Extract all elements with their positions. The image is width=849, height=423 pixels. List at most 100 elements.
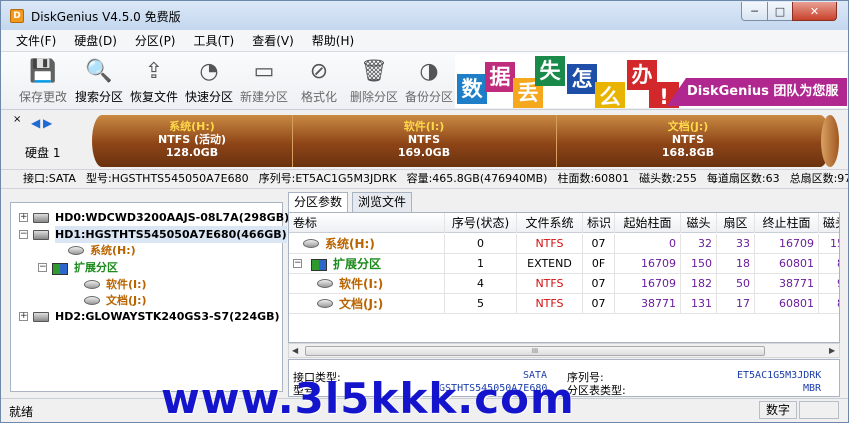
- title-bar[interactable]: D DiskGenius V4.5.0 免费版 ─ □ ✕: [1, 1, 848, 30]
- partition-segment-size: 169.0GB: [397, 146, 451, 159]
- menu-item[interactable]: 文件(F): [7, 31, 65, 51]
- table-cell: 5: [445, 294, 517, 314]
- toolbar-button-label: 保存更改: [18, 90, 67, 104]
- scroll-left-icon[interactable]: ◀: [292, 346, 298, 355]
- collapse-icon[interactable]: −: [293, 259, 302, 268]
- scroll-thumb[interactable]: III: [305, 346, 765, 356]
- volume-icon: [84, 296, 100, 305]
- tree-node-extended[interactable]: 扩展分区: [74, 259, 118, 276]
- table-cell: 38771: [615, 294, 681, 314]
- expand-icon[interactable]: +: [19, 312, 28, 321]
- delete-partition-icon: 🗑: [360, 59, 388, 84]
- partition-segment[interactable]: 文档(J:) NTFS 168.8GB: [556, 120, 820, 160]
- tab[interactable]: 分区参数: [288, 192, 349, 213]
- tree-node-disk[interactable]: HD0:WDCWD3200AAJS-08L7A(298GB): [55, 209, 289, 226]
- toolbar-button[interactable]: ▭ 新建分区: [236, 55, 292, 107]
- menu-item[interactable]: 硬盘(D): [65, 31, 126, 51]
- partition-divider: [292, 115, 293, 167]
- table-cell: 33: [717, 234, 755, 254]
- minimize-button[interactable]: ─: [741, 2, 768, 21]
- horizontal-scrollbar[interactable]: ◀ III ▶: [288, 343, 840, 358]
- table-row[interactable]: 系统(H:)0NTFS07032331670915: [289, 234, 839, 254]
- toolbar-button[interactable]: ⊘ 格式化: [291, 55, 347, 107]
- table-cell: 0F: [583, 254, 615, 274]
- toolbar-button[interactable]: ⇪ 恢复文件: [126, 55, 182, 107]
- table-row[interactable]: 文档(J:) 5NTFS073877113117608018: [289, 294, 839, 314]
- serial-value: ET5AC1G5M3JDRK: [737, 370, 822, 381]
- toolbar-button[interactable]: 💾 保存更改: [15, 55, 71, 107]
- tree-node-volume[interactable]: 文档(J:): [106, 292, 147, 309]
- banner-char: 怎: [567, 64, 597, 94]
- tab[interactable]: 浏览文件: [352, 192, 413, 212]
- table-header-row: 卷标序号(状态)文件系统标识起始柱面磁头扇区终止柱面磁头: [289, 213, 839, 233]
- menu-item[interactable]: 帮助(H): [303, 31, 363, 51]
- table-cell: 150: [681, 254, 717, 274]
- disk-info-field: 磁头数:255: [639, 172, 697, 185]
- volume-label: 扩展分区: [333, 257, 382, 271]
- column-header[interactable]: 终止柱面: [755, 213, 819, 233]
- toolbar-button[interactable]: ◔ 快速分区: [181, 55, 237, 107]
- prev-disk-icon[interactable]: ◀: [31, 116, 40, 130]
- partition-segment-fs: NTFS (活动): [157, 133, 227, 146]
- toolbar-button-label: 新建分区: [239, 90, 288, 104]
- volume-label: 系统(H:): [325, 237, 375, 251]
- promo-banner[interactable]: 数据丢失怎么办! DiskGenius 团队为您服: [455, 54, 847, 108]
- disk-label: 硬盘 1: [25, 146, 61, 160]
- numlock-indicator: 数字: [759, 401, 797, 419]
- toolbar-button[interactable]: ◑ 备份分区: [401, 55, 457, 107]
- close-diskmap-icon[interactable]: ×: [13, 114, 21, 125]
- collapse-icon[interactable]: −: [19, 230, 28, 239]
- table-cell: 0: [615, 234, 681, 254]
- disk-info-field: 序列号:ET5AC1G5M3JDRK: [258, 172, 397, 185]
- banner-char: 数: [457, 74, 487, 104]
- maximize-button[interactable]: □: [767, 2, 793, 21]
- partition-segment[interactable]: 软件(I:) NTFS 169.0GB: [292, 120, 556, 160]
- tree-node-disk[interactable]: HD1:HGSTHTS545050A7E680(466GB): [55, 226, 287, 243]
- table-cell: 15: [819, 234, 839, 254]
- collapse-icon[interactable]: −: [38, 263, 47, 272]
- column-header[interactable]: 文件系统: [517, 213, 583, 233]
- banner-char: 失: [535, 56, 565, 86]
- partition-segment-name: 软件(I:): [403, 120, 445, 133]
- close-button[interactable]: ✕: [792, 2, 837, 21]
- partition-table: 卷标序号(状态)文件系统标识起始柱面磁头扇区终止柱面磁头系统(H:)0NTFS0…: [288, 212, 840, 343]
- table-cell: 131: [681, 294, 717, 314]
- scroll-right-icon[interactable]: ▶: [829, 346, 835, 355]
- partition-segment[interactable]: 系统(H:) NTFS (活动) 128.0GB: [92, 120, 292, 160]
- tree-node-volume[interactable]: 系统(H:): [90, 242, 136, 259]
- disk-info-field: 柱面数:60801: [557, 172, 630, 185]
- column-header[interactable]: 磁头: [819, 213, 839, 233]
- next-disk-icon[interactable]: ▶: [43, 116, 52, 130]
- table-cell: 0: [445, 234, 517, 254]
- column-header[interactable]: 起始柱面: [615, 213, 681, 233]
- tree-node-disk[interactable]: HD2:GLOWAYSTK240GS3-S7(224GB): [55, 308, 280, 325]
- partition-segment-size: 168.8GB: [661, 146, 715, 159]
- table-cell: 32: [681, 234, 717, 254]
- menu-item[interactable]: 分区(P): [126, 31, 185, 51]
- column-header[interactable]: 磁头: [681, 213, 717, 233]
- expand-icon[interactable]: +: [19, 213, 28, 222]
- toolbar-button[interactable]: 🔍 搜索分区: [71, 55, 127, 107]
- status-text: 就绪: [9, 405, 34, 419]
- table-cell: 8: [819, 254, 839, 274]
- new-partition-icon: ▭: [253, 59, 275, 84]
- table-row[interactable]: − 扩展分区 1EXTEND0F1670915018608018: [289, 254, 839, 274]
- toolbar-button-label: 快速分区: [184, 90, 233, 104]
- menu-item[interactable]: 工具(T): [185, 31, 244, 51]
- table-row[interactable]: 软件(I:) 4NTFS071670918250387719: [289, 274, 839, 294]
- partition-segment-name: 系统(H:): [169, 120, 215, 133]
- toolbar-button-label: 格式化: [300, 90, 337, 104]
- column-header[interactable]: 序号(状态): [445, 213, 517, 233]
- toolbar-button-label: 删除分区: [349, 90, 398, 104]
- column-header[interactable]: 标识: [583, 213, 615, 233]
- table-cell: 17: [717, 294, 755, 314]
- column-header[interactable]: 扇区: [717, 213, 755, 233]
- disk-info-field: 总扇区数:976773: [789, 172, 848, 185]
- toolbar-button[interactable]: 🗑 删除分区: [346, 55, 402, 107]
- tree-node-volume[interactable]: 软件(I:): [106, 276, 147, 293]
- banner-char: 么: [595, 82, 625, 108]
- table-cell: 8: [819, 294, 839, 314]
- menu-item[interactable]: 查看(V): [243, 31, 303, 51]
- column-header[interactable]: 卷标: [289, 213, 445, 233]
- volume-icon: [84, 280, 100, 289]
